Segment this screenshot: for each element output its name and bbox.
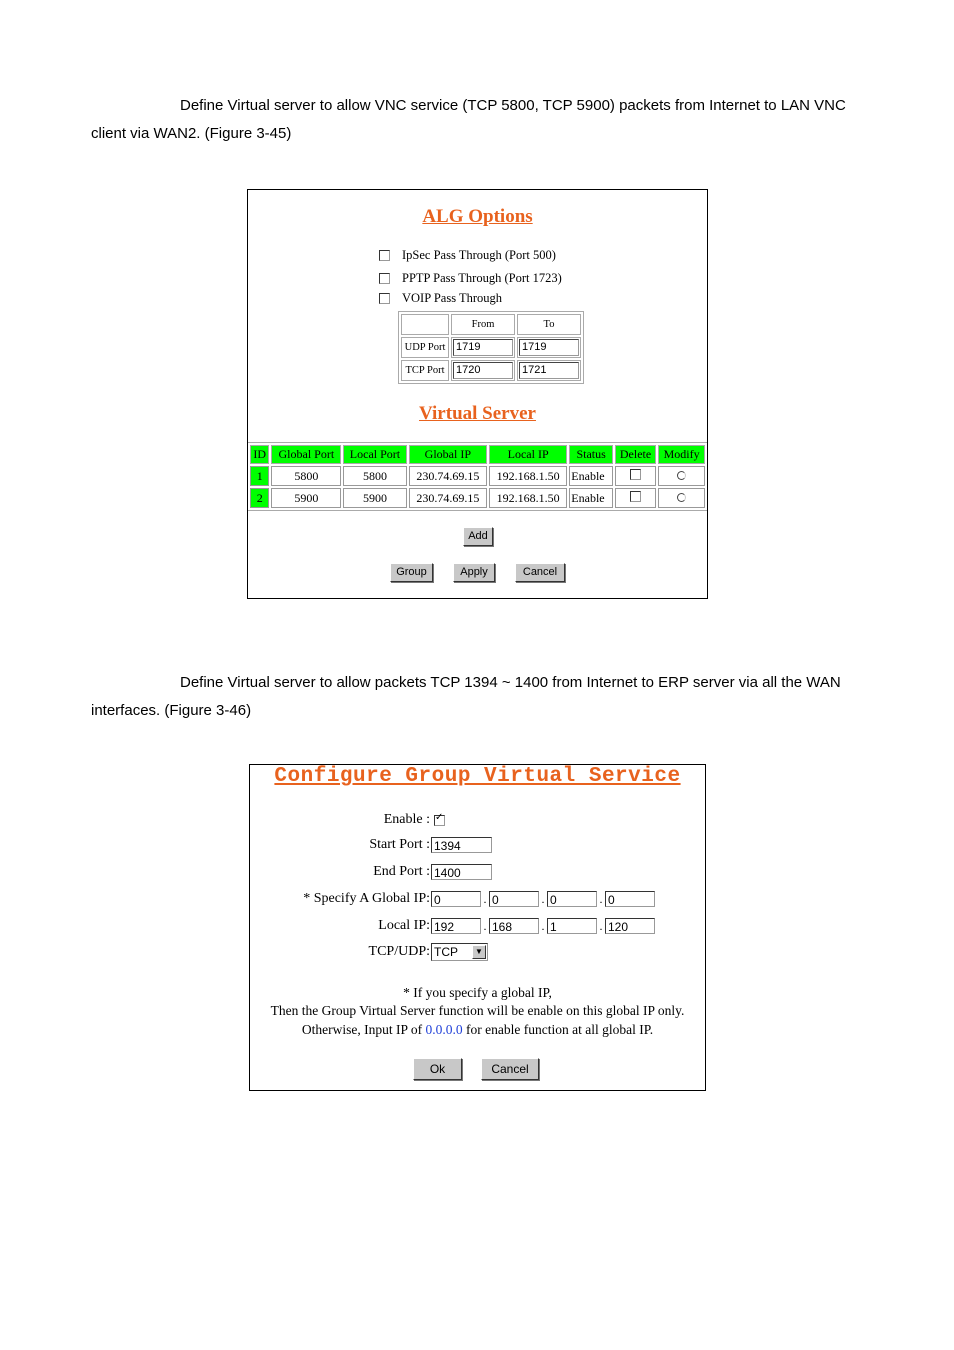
intro-paragraph-figure-3-46: Define Virtual server to allow packets T…	[91, 669, 871, 725]
col-global-port: Global Port	[271, 445, 342, 464]
cancel-button[interactable]: Cancel	[515, 563, 565, 582]
note-line-1: * If you specify a global IP,	[403, 985, 552, 1000]
voip-label: VOIP Pass Through	[402, 290, 503, 305]
enable-checkbox[interactable]	[434, 812, 445, 826]
row-local-port: 5800	[343, 466, 407, 486]
local-ip-octet-1[interactable]: 192	[431, 918, 481, 934]
virtual-server-title: Virtual Server	[419, 403, 536, 424]
ipsec-label: IpSec Pass Through (Port 500)	[402, 247, 556, 262]
global-ip-octet-1[interactable]: 0	[431, 891, 481, 907]
voip-header-from: From	[451, 314, 515, 335]
row-local-ip: 192.168.1.50	[489, 488, 568, 508]
global-ip-label: * Specify A Global IP:	[303, 891, 430, 906]
udp-port-row: UDP Port 1719 1719	[401, 337, 581, 358]
col-local-port: Local Port	[343, 445, 407, 464]
voip-header-to: To	[517, 314, 581, 335]
apply-button[interactable]: Apply	[453, 563, 495, 582]
global-ip-octet-4[interactable]: 0	[605, 891, 655, 907]
row-local-port: 5900	[343, 488, 407, 508]
local-ip-label: Local IP:	[378, 918, 430, 933]
start-port-input[interactable]: 1394	[431, 837, 492, 853]
voip-port-table: From To UDP Port 1719 1719 TCP Port 1720…	[398, 311, 584, 384]
col-delete: Delete	[614, 445, 657, 464]
row-delete-checkbox[interactable]	[630, 490, 642, 502]
add-button[interactable]: Add	[463, 527, 493, 546]
alg-options-title: ALG Options	[422, 206, 533, 227]
protocol-label: TCP/UDP:	[368, 944, 430, 959]
all-ip-value: 0.0.0.0	[425, 1022, 463, 1037]
voip-header-row: From To	[401, 314, 581, 335]
col-global-ip: Global IP	[408, 445, 487, 464]
col-local-ip: Local IP	[489, 445, 568, 464]
tcp-from-input[interactable]: 1720	[453, 362, 513, 379]
intro-paragraph-figure-3-45: Define Virtual server to allow VNC servi…	[91, 92, 871, 148]
note-line-3: Otherwise, Input IP of 0.0.0.0 for enabl…	[301, 1022, 654, 1037]
global-ip-octet-3[interactable]: 0	[547, 891, 597, 907]
row-id: 2	[250, 488, 270, 508]
pptp-option[interactable]: PPTP Pass Through (Port 1723)	[379, 269, 562, 287]
local-ip-octet-2[interactable]: 168	[489, 918, 539, 934]
row-status: Enable	[569, 488, 613, 508]
tcp-port-row: TCP Port 1720 1721	[401, 360, 581, 381]
row-global-ip: 230.74.69.15	[408, 466, 487, 486]
cancel-button[interactable]: Cancel	[481, 1058, 539, 1080]
ipsec-checkbox[interactable]	[379, 249, 390, 261]
col-modify: Modify	[658, 445, 705, 464]
voip-header-blank	[401, 314, 449, 335]
udp-from-input[interactable]: 1719	[453, 339, 513, 356]
local-ip-octet-3[interactable]: 1	[547, 918, 597, 934]
note-line-2: Then the Group Virtual Server function w…	[270, 1003, 685, 1018]
virtual-server-table: ID Global Port Local Port Global IP Loca…	[248, 442, 707, 511]
group-button[interactable]: Group	[390, 563, 433, 582]
row-modify-radio[interactable]	[677, 470, 687, 480]
udp-to-input[interactable]: 1719	[519, 339, 579, 356]
ok-button[interactable]: Ok	[413, 1058, 462, 1080]
voip-option[interactable]: VOIP Pass Through	[379, 289, 502, 307]
end-port-label: End Port :	[373, 864, 430, 879]
col-status: Status	[569, 445, 613, 464]
vs-header-row: ID Global Port Local Port Global IP Loca…	[250, 445, 705, 464]
row-global-ip: 230.74.69.15	[408, 488, 487, 508]
row-global-port: 5900	[271, 488, 342, 508]
start-port-label: Start Port :	[369, 837, 430, 852]
protocol-selected-value: TCP	[434, 945, 458, 959]
local-ip-octet-4[interactable]: 120	[605, 918, 655, 934]
paragraph-text: Define Virtual server to allow VNC servi…	[91, 97, 846, 142]
table-row: 1 5800 5800 230.74.69.15 192.168.1.50 En…	[250, 466, 705, 486]
tcp-port-label: TCP Port	[401, 360, 449, 381]
protocol-select[interactable]: TCP ▼	[431, 943, 488, 961]
chevron-down-icon[interactable]: ▼	[472, 945, 486, 959]
end-port-input[interactable]: 1400	[431, 864, 492, 880]
row-id: 1	[250, 466, 270, 486]
ipsec-option[interactable]: IpSec Pass Through (Port 500)	[379, 246, 556, 264]
pptp-label: PPTP Pass Through (Port 1723)	[402, 270, 562, 285]
row-modify-radio[interactable]	[677, 492, 687, 502]
col-id: ID	[250, 445, 270, 464]
paragraph-text: Define Virtual server to allow packets T…	[91, 674, 841, 719]
row-global-port: 5800	[271, 466, 342, 486]
tcp-to-input[interactable]: 1721	[519, 362, 579, 379]
global-ip-octet-2[interactable]: 0	[489, 891, 539, 907]
pptp-checkbox[interactable]	[379, 272, 390, 284]
udp-port-label: UDP Port	[401, 337, 449, 358]
figure-3-45-screenshot: ALG Options IpSec Pass Through (Port 500…	[247, 189, 708, 599]
row-local-ip: 192.168.1.50	[489, 466, 568, 486]
row-delete-checkbox[interactable]	[630, 468, 642, 480]
local-ip-field: 192. 168. 1. 120	[431, 916, 655, 936]
configure-group-title: Configure Group Virtual Service	[274, 765, 681, 788]
figure-3-46-screenshot: Configure Group Virtual Service Enable :…	[249, 764, 706, 1091]
enable-label: Enable :	[383, 812, 430, 827]
row-status: Enable	[569, 466, 613, 486]
table-row: 2 5900 5900 230.74.69.15 192.168.1.50 En…	[250, 488, 705, 508]
global-ip-field: 0. 0. 0. 0	[431, 889, 655, 909]
voip-checkbox[interactable]	[379, 292, 390, 304]
